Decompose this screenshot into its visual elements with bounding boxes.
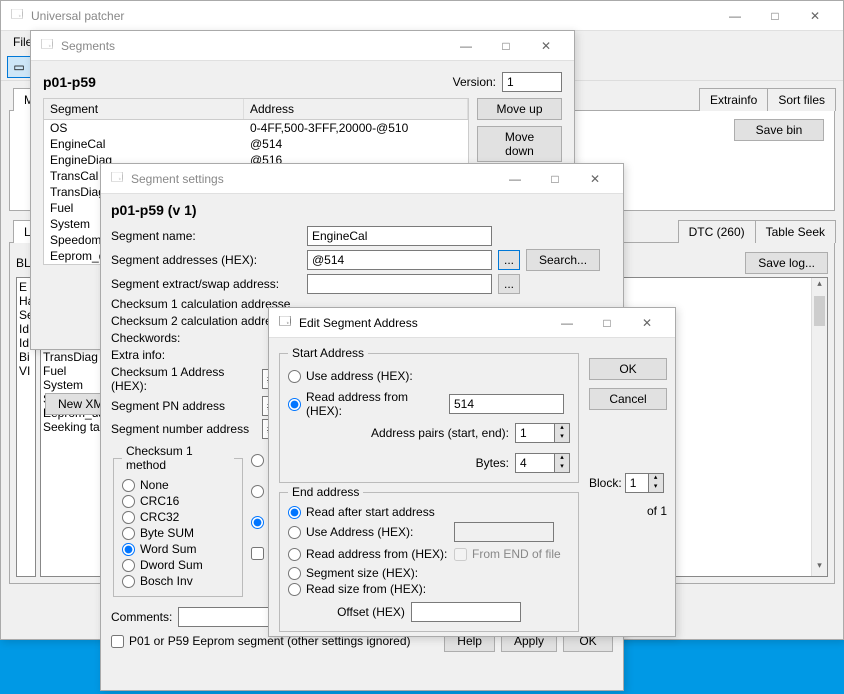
segments-titlebar[interactable]: 🗔 Segments — □ ✕: [31, 31, 574, 61]
pairs-label: Address pairs (start, end):: [371, 426, 509, 440]
search-button[interactable]: Search...: [526, 249, 600, 271]
end-group: End address Read after start address Use…: [279, 485, 579, 632]
minimize-icon[interactable]: —: [446, 32, 486, 60]
table-row[interactable]: EngineCal@514: [44, 136, 468, 152]
close-icon[interactable]: ✕: [795, 2, 835, 30]
main-title: Universal patcher: [31, 9, 715, 23]
segments-title: Segments: [61, 39, 446, 53]
radio-read-from[interactable]: Read address from (HEX):: [288, 390, 443, 418]
maximize-icon[interactable]: □: [535, 165, 575, 193]
offset-label: Offset (HEX): [337, 605, 405, 619]
radio-read-after[interactable]: Read after start address: [288, 505, 570, 519]
close-icon[interactable]: ✕: [627, 309, 667, 337]
col-segment[interactable]: Segment: [44, 99, 244, 119]
col-address[interactable]: Address: [244, 99, 468, 119]
editaddr-title: Edit Segment Address: [299, 316, 547, 330]
radio-read-size[interactable]: Read size from (HEX):: [288, 582, 570, 596]
radio-bytesum[interactable]: Byte SUM: [122, 526, 234, 540]
extract-input[interactable]: [307, 274, 492, 294]
settings-title: Segment settings: [131, 172, 495, 186]
extra-radio-2[interactable]: [251, 485, 264, 498]
bytes-spinner[interactable]: ▴▾: [515, 453, 570, 473]
move-up-button[interactable]: Move up: [477, 98, 562, 120]
radio-end-use-addr[interactable]: Use Address (HEX):: [288, 525, 448, 539]
comments-label: Comments:: [111, 610, 172, 624]
block-spinner[interactable]: ▴▾: [625, 473, 664, 493]
minimize-icon[interactable]: —: [495, 165, 535, 193]
offset-input[interactable]: [411, 602, 521, 622]
minimize-icon[interactable]: —: [547, 309, 587, 337]
extra-check[interactable]: [251, 547, 264, 560]
radio-none[interactable]: None: [122, 478, 234, 492]
move-down-button[interactable]: Move down: [477, 126, 562, 162]
list-item: VI: [19, 364, 33, 378]
pairs-spinner[interactable]: ▴▾: [515, 423, 570, 443]
numaddr-label: Segment number address: [111, 422, 256, 436]
name-label: Segment name:: [111, 229, 301, 243]
settings-heading: p01-p59 (v 1): [111, 202, 197, 218]
tab-dtc[interactable]: DTC (260): [678, 220, 756, 243]
close-icon[interactable]: ✕: [575, 165, 615, 193]
editaddr-icon: 🗔: [277, 315, 293, 331]
editaddr-window: 🗔 Edit Segment Address — □ ✕ Start Addre…: [268, 307, 676, 637]
maximize-icon[interactable]: □: [486, 32, 526, 60]
addr-label: Segment addresses (HEX):: [111, 253, 301, 267]
scrollbar[interactable]: ▴ ▾: [811, 278, 827, 576]
app-icon: 🗔: [9, 8, 25, 24]
radio-wordsum[interactable]: Word Sum: [122, 542, 234, 556]
segments-heading: p01-p59: [43, 74, 96, 90]
table-row[interactable]: OS0-4FF,500-3FFF,20000-@510: [44, 120, 468, 136]
browse-button[interactable]: ...: [498, 250, 520, 270]
main-titlebar[interactable]: 🗔 Universal patcher — □ ✕: [1, 1, 843, 31]
save-bin-button[interactable]: Save bin: [734, 119, 824, 141]
grid-header: Segment Address: [44, 99, 468, 120]
pnaddr-label: Segment PN address: [111, 399, 256, 413]
of-label: of 1: [589, 504, 667, 518]
end-useaddr-input: [454, 522, 554, 542]
start-legend: Start Address: [288, 346, 368, 360]
maximize-icon[interactable]: □: [755, 2, 795, 30]
block-label: Block:: [589, 476, 622, 490]
radio-dwordsum[interactable]: Dword Sum: [122, 558, 234, 572]
from-end-check: From END of file: [454, 547, 561, 561]
ok-button[interactable]: OK: [589, 358, 667, 380]
version-label: Version:: [453, 75, 496, 89]
bl-label: BL: [16, 256, 31, 270]
tab-tableseek[interactable]: Table Seek: [755, 220, 836, 243]
settings-titlebar[interactable]: 🗔 Segment settings — □ ✕: [101, 164, 623, 194]
tab-sortfiles[interactable]: Sort files: [767, 88, 836, 111]
close-icon[interactable]: ✕: [526, 32, 566, 60]
radio-crc16[interactable]: CRC16: [122, 494, 234, 508]
segments-icon: 🗔: [39, 38, 55, 54]
end-legend: End address: [288, 485, 363, 499]
extra-radio-1[interactable]: [251, 454, 264, 467]
cs1method-group: Checksum 1 method None CRC16 CRC32 Byte …: [113, 444, 243, 597]
maximize-icon[interactable]: □: [587, 309, 627, 337]
extra-radio-3[interactable]: [251, 516, 264, 529]
radio-crc32[interactable]: CRC32: [122, 510, 234, 524]
cancel-button[interactable]: Cancel: [589, 388, 667, 410]
radio-seg-size[interactable]: Segment size (HEX):: [288, 566, 570, 580]
minimize-icon[interactable]: —: [715, 2, 755, 30]
addr-input[interactable]: [307, 250, 492, 270]
toolbar-button[interactable]: ▭: [7, 56, 31, 78]
save-log-button[interactable]: Save log...: [745, 252, 828, 274]
name-input[interactable]: [307, 226, 492, 246]
version-input[interactable]: [502, 72, 562, 92]
radio-boschinv[interactable]: Bosch Inv: [122, 574, 234, 588]
radio-end-read-from[interactable]: Read address from (HEX):: [288, 547, 448, 561]
settings-icon: 🗔: [109, 171, 125, 187]
browse-button-2[interactable]: ...: [498, 274, 520, 294]
tab-extrainfo[interactable]: Extrainfo: [699, 88, 768, 111]
cs1addr-label: Checksum 1 Address (HEX):: [111, 365, 256, 393]
bytes-label: Bytes:: [476, 456, 509, 470]
cs1method-legend: Checksum 1 method: [122, 444, 234, 472]
extract-label: Segment extract/swap address:: [111, 277, 301, 291]
radio-use-addr[interactable]: Use address (HEX):: [288, 369, 443, 383]
list-item: Bi: [19, 350, 33, 364]
start-group: Start Address Use address (HEX): Read ad…: [279, 346, 579, 483]
readfrom-input[interactable]: [449, 394, 564, 414]
editaddr-titlebar[interactable]: 🗔 Edit Segment Address — □ ✕: [269, 308, 675, 338]
